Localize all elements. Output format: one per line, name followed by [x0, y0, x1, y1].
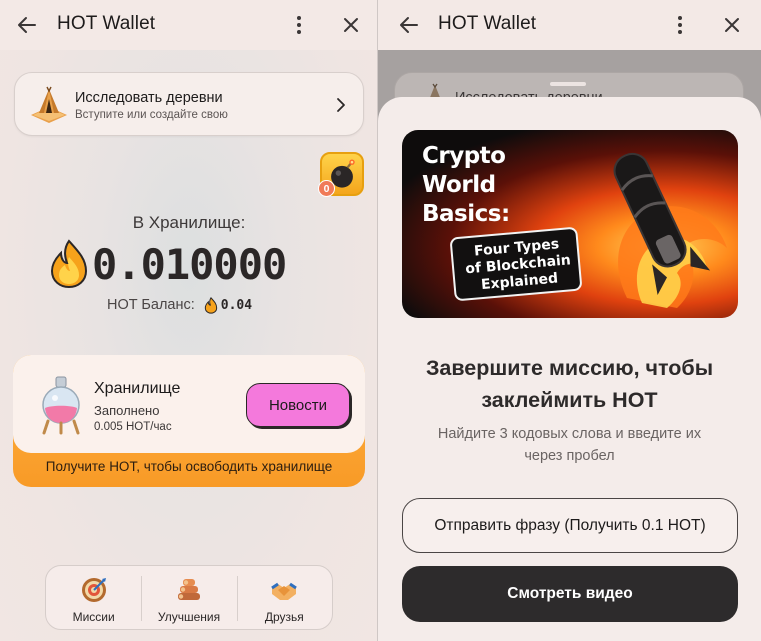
- storage-state: Заполнено: [94, 403, 160, 418]
- village-tent-icon: [31, 86, 67, 123]
- explore-subtitle: Вступите или создайте свою: [75, 109, 228, 121]
- title-bar: HOT Wallet: [378, 0, 761, 50]
- bomb-count-badge: 0: [318, 180, 335, 197]
- close-icon[interactable]: [339, 12, 363, 38]
- video-caption-box: Four Types of Blockchain Explained: [449, 226, 583, 302]
- storage-rate: 0.005 HOT/час: [94, 421, 172, 433]
- hot-balance-value: 0.04: [220, 297, 253, 313]
- nav-label-friends: Друзья: [264, 610, 304, 624]
- watch-video-button[interactable]: Смотреть видео: [402, 566, 738, 622]
- handshake-icon: [271, 582, 298, 600]
- window-title: HOT Wallet: [438, 13, 537, 34]
- right-app-panel: HOT Wallet Исследовать деревни: [378, 0, 761, 641]
- nav-item-upgrades[interactable]: Улучшения: [141, 566, 236, 629]
- back-arrow-icon[interactable]: [396, 12, 422, 38]
- more-options-icon[interactable]: [668, 12, 692, 38]
- close-icon[interactable]: [720, 12, 744, 38]
- mission-subtitle: Найдите 3 кодовых слова и введите их чер…: [437, 426, 702, 464]
- window-title: HOT Wallet: [57, 13, 156, 34]
- storage-card-body: Хранилище Заполнено 0.005 HOT/час Новост…: [13, 355, 365, 453]
- sheet-drag-handle[interactable]: [550, 82, 586, 86]
- hot-balance-row: HOT Баланс: 0.04: [107, 295, 252, 315]
- nav-item-missions[interactable]: Миссии: [46, 566, 141, 629]
- left-app-panel: HOT Wallet Исследовать деревни Вступите …: [0, 0, 378, 641]
- bottom-nav: Миссии Улучшения Друзья: [45, 565, 333, 630]
- chevron-right-icon: [337, 98, 345, 112]
- nav-item-friends[interactable]: Друзья: [236, 566, 332, 629]
- storage-title: Хранилище: [94, 380, 181, 397]
- explore-title: Исследовать деревни: [75, 90, 223, 106]
- hot-flame-icon: [50, 239, 88, 289]
- news-button[interactable]: Новости: [246, 383, 350, 427]
- explore-villages-card[interactable]: Исследовать деревни Вступите или создайт…: [14, 72, 364, 136]
- storage-footer-text: Получите HOT, чтобы освободить хранилище: [45, 459, 333, 474]
- nav-label-missions: Миссии: [72, 610, 115, 624]
- video-title: Crypto World Basics:: [422, 143, 510, 227]
- back-arrow-icon[interactable]: [14, 12, 40, 38]
- storage-card: Хранилище Заполнено 0.005 HOT/час Новост…: [13, 355, 365, 487]
- mission-title: Завершите миссию, чтобы заклеймить HOT: [425, 356, 714, 412]
- vault-amount: 0.010000: [92, 239, 287, 289]
- storage-flask-icon: [42, 376, 80, 435]
- mission-bottom-sheet: Crypto World Basics: Four Types of Block…: [378, 97, 761, 641]
- hot-balance-label: HOT Баланс:: [107, 297, 195, 313]
- video-caption: Four Types of Blockchain Explained: [464, 236, 572, 294]
- title-bar: HOT Wallet: [0, 0, 378, 50]
- vault-amount-row: 0.010000: [48, 236, 287, 292]
- more-options-icon[interactable]: [287, 12, 311, 38]
- video-thumbnail[interactable]: Crypto World Basics: Four Types of Block…: [402, 130, 738, 318]
- logs-icon: [177, 579, 200, 600]
- vault-label: В Хранилище:: [132, 213, 246, 232]
- send-phrase-button[interactable]: Отправить фразу (Получить 0.1 HOT): [402, 498, 738, 553]
- rocket-illustration: [613, 152, 727, 308]
- hot-flame-small-icon: [204, 296, 217, 314]
- dartboard-icon: [81, 578, 106, 602]
- nav-label-upgrades: Улучшения: [157, 610, 221, 624]
